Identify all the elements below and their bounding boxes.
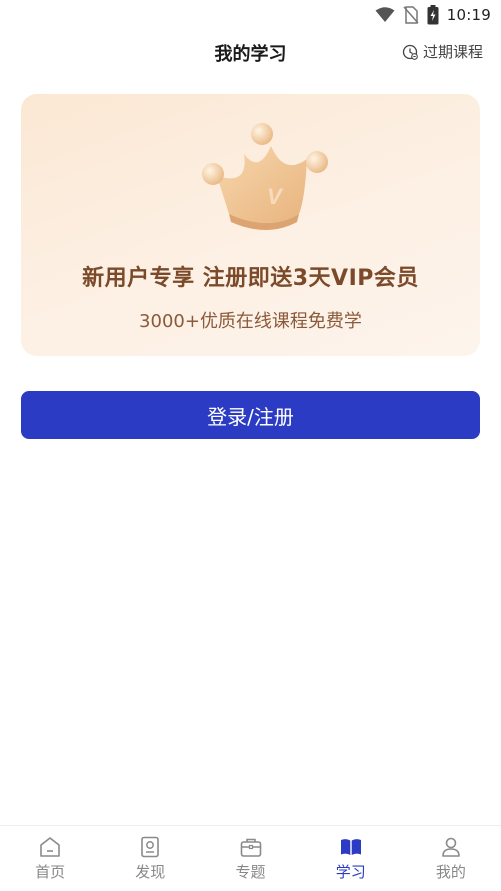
promo-title: 新用户专享 注册即送3天VIP会员 (82, 266, 419, 291)
tab-study[interactable]: 学习 (301, 826, 401, 891)
expired-courses-label: 过期课程 (422, 43, 483, 61)
wifi-icon (375, 7, 395, 22)
topic-icon (240, 838, 261, 857)
expired-courses-link[interactable]: 过期课程 (402, 41, 483, 62)
tab-topic-label: 专题 (235, 863, 266, 881)
home-icon (40, 837, 60, 857)
tab-profile-label: 我的 (435, 863, 466, 881)
clock-icon (402, 44, 418, 60)
tab-discover[interactable]: 发现 (100, 826, 200, 891)
profile-icon (442, 837, 460, 857)
tab-topic[interactable]: 专题 (200, 826, 300, 891)
no-sim-icon (403, 6, 419, 24)
tab-home-label: 首页 (35, 863, 66, 881)
study-icon (340, 839, 361, 855)
login-register-button[interactable]: 登录/注册 (21, 391, 480, 439)
status-bar: 10:19 (0, 0, 501, 30)
battery-icon (427, 5, 439, 25)
svg-text:V: V (267, 184, 284, 209)
tab-discover-label: 发现 (135, 863, 166, 881)
promo-card: V 新用户专享 注册即送3天VIP会员 3000+优质在线课程免费学 (21, 94, 480, 356)
crown-icon: V (202, 123, 328, 230)
header: 我的学习 过期课程 (0, 30, 501, 74)
tab-profile[interactable]: 我的 (401, 826, 501, 891)
bottom-tab-bar: 首页 发现 专题 学习 我的 (0, 825, 501, 891)
promo-subtitle: 3000+优质在线课程免费学 (139, 311, 362, 332)
tab-home[interactable]: 首页 (0, 826, 100, 891)
tab-study-label: 学习 (335, 863, 366, 881)
status-time: 10:19 (446, 6, 491, 24)
status-icons: 10:19 (375, 4, 491, 26)
discover-icon (141, 836, 160, 858)
